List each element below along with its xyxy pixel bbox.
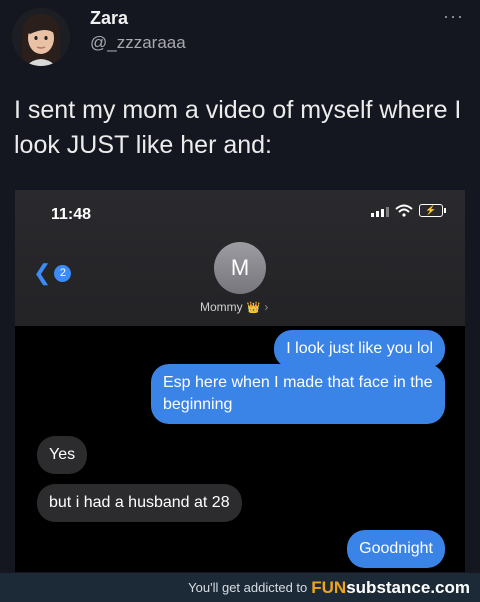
battery-icon: ⚡ [419, 204, 446, 217]
contact-avatar[interactable]: M [214, 242, 266, 294]
watermark-banner: You'll get addicted to FUNsubstance.com [0, 573, 480, 602]
message-bubble-received: Yes [37, 436, 88, 474]
message-bubble-sent: Esp here when I made that face in the be… [151, 364, 445, 424]
crown-icon: 👑 [246, 301, 261, 314]
message-bubble-sent: Goodnight [347, 530, 445, 568]
author-handle[interactable]: @_zzzaraaa [90, 33, 186, 53]
status-time: 11:48 [51, 206, 92, 223]
avatar[interactable] [12, 8, 70, 66]
signal-icon [371, 207, 389, 217]
message-bubble-received: but i had a husband at 28 [37, 484, 242, 522]
unread-badge: 2 [54, 264, 72, 282]
watermark-logo: FUNsubstance.com [311, 577, 470, 597]
more-options-icon[interactable]: ··· [443, 6, 464, 27]
message-header: 11:48 ⚡ ❮ 2 M Mommy 👑 › [15, 190, 465, 326]
contact-name: Mommy [200, 300, 243, 314]
tweet-text: I sent my mom a video of myself where I … [14, 96, 462, 159]
watermark-text: You'll get addicted to [188, 580, 308, 595]
author-name[interactable]: Zara [90, 8, 128, 29]
chevron-right-icon: › [264, 300, 269, 314]
contact-name-button[interactable]: Mommy 👑 › [200, 300, 268, 314]
status-icons: ⚡ [371, 204, 446, 217]
chevron-left-icon: ❮ [33, 260, 52, 285]
message-screenshot: 11:48 ⚡ ❮ 2 M Mommy 👑 › I look just like… [15, 190, 465, 572]
wifi-icon [395, 204, 413, 217]
message-bubble-sent: I look just like you lol [274, 330, 445, 368]
back-button[interactable]: ❮ 2 [33, 260, 72, 285]
